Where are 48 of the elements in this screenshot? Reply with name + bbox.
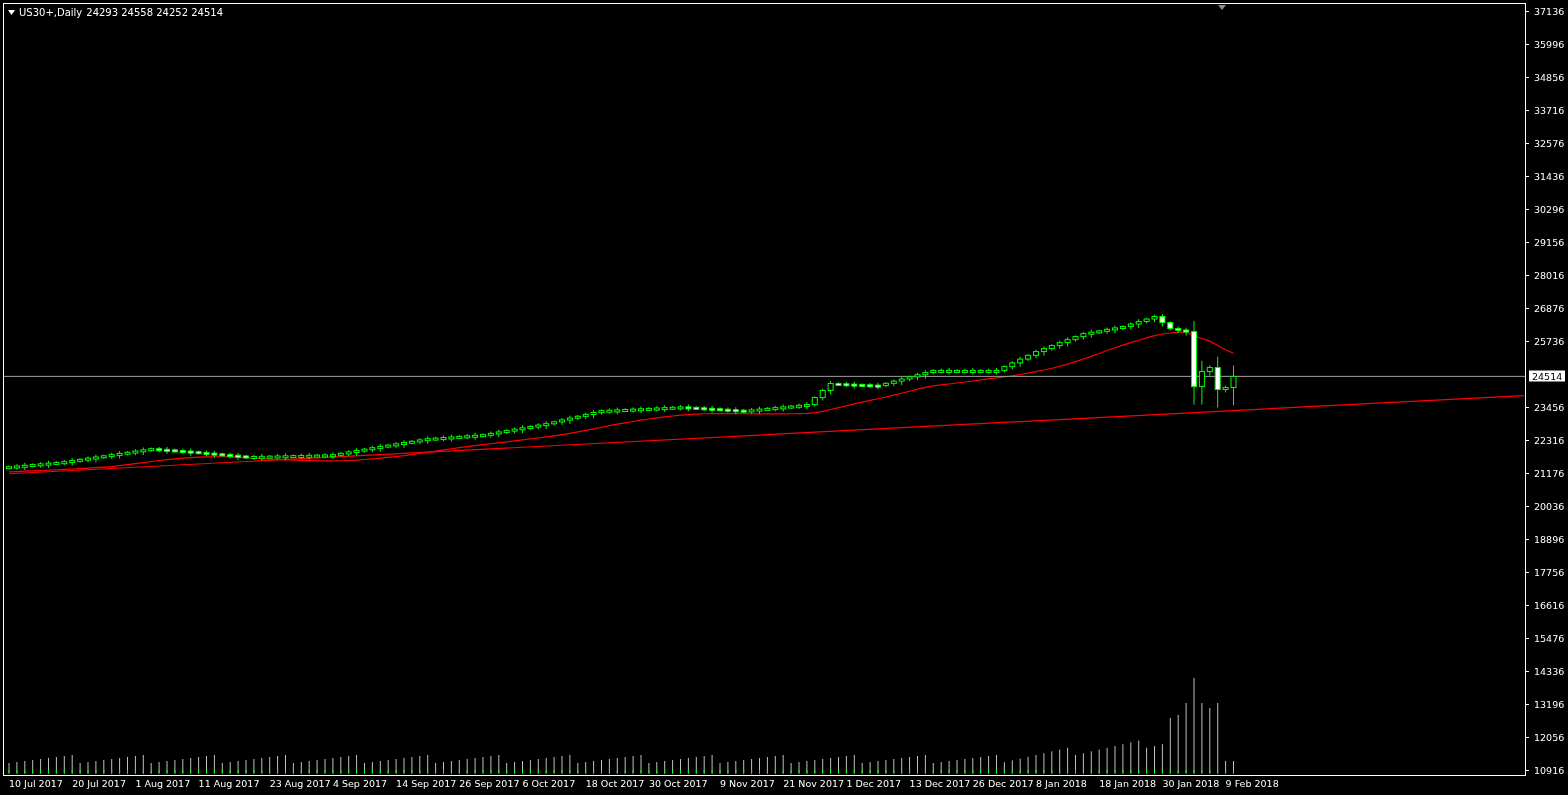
date-axis-label: 14 Sep 2017 (396, 778, 457, 789)
date-axis-label: 18 Jan 2018 (1099, 778, 1157, 789)
price-axis-label: 31436 (1534, 170, 1565, 182)
price-axis-label: 32576 (1534, 137, 1565, 149)
price-axis-label: 29156 (1534, 236, 1565, 248)
price-axis-label: 12056 (1534, 731, 1565, 743)
price-axis-label: 20036 (1534, 500, 1565, 512)
price-axis-label: 35996 (1534, 38, 1565, 50)
date-axis-label: 11 Aug 2017 (198, 778, 260, 789)
shift-marker-icon (1218, 5, 1226, 10)
price-axis-label: 14336 (1534, 665, 1565, 677)
date-axis-label: 9 Nov 2017 (720, 778, 775, 789)
price-axis-label: 28016 (1534, 269, 1565, 281)
price-axis-label: 34856 (1534, 71, 1565, 83)
price-axis-label: 37136 (1534, 5, 1565, 17)
price-axis-label: 18896 (1534, 533, 1565, 545)
date-axis-label: 30 Jan 2018 (1162, 778, 1220, 789)
date-axis-label: 1 Dec 2017 (846, 778, 902, 789)
date-axis-label: 26 Sep 2017 (459, 778, 520, 789)
price-axis-label: 33716 (1534, 104, 1565, 116)
date-axis-label: 6 Oct 2017 (522, 778, 576, 789)
date-axis-label: 18 Oct 2017 (585, 778, 645, 789)
price-axis-label: 10916 (1534, 764, 1565, 776)
price-axis-label: 30296 (1534, 203, 1565, 215)
price-axis-label: 17756 (1534, 566, 1565, 578)
price-axis-label: 21176 (1534, 467, 1565, 479)
ohlc-quote: 24293 24558 24252 24514 (86, 7, 224, 18)
date-axis-label: 21 Nov 2017 (783, 778, 845, 789)
price-axis-label: 15476 (1534, 632, 1565, 644)
price-axis-label: 25736 (1534, 335, 1565, 347)
date-axis-label: 23 Aug 2017 (269, 778, 331, 789)
price-axis-label: 26876 (1534, 302, 1565, 314)
dropdown-triangle-icon[interactable] (8, 10, 15, 15)
date-axis-label: 10 Jul 2017 (9, 778, 63, 789)
price-axis-label: 22316 (1534, 434, 1565, 446)
date-axis-label: 30 Oct 2017 (648, 778, 708, 789)
date-axis-label: 13 Dec 2017 (909, 778, 971, 789)
symbol-label: US30+,Daily (19, 7, 83, 18)
date-axis-label: 1 Aug 2017 (135, 778, 191, 789)
date-axis-label: 8 Jan 2018 (1036, 778, 1087, 789)
date-axis-label: 26 Dec 2017 (972, 778, 1034, 789)
date-axis-label: 4 Sep 2017 (332, 778, 388, 789)
price-axis-label: 16616 (1534, 599, 1565, 611)
date-axis-label: 20 Jul 2017 (72, 778, 126, 789)
price-axis-label: 13196 (1534, 698, 1565, 710)
price-axis-label: 23456 (1534, 401, 1565, 413)
date-axis-label: 9 Feb 2018 (1225, 778, 1279, 789)
current-price-tag: 24514 (1529, 370, 1566, 382)
